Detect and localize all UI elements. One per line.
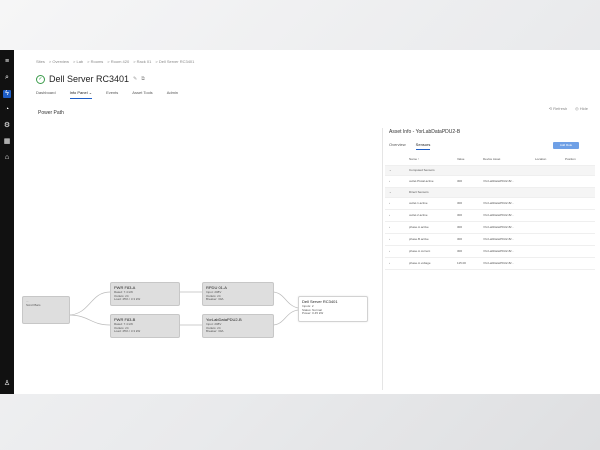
breadcrumb-item: Dell Server RC3401 bbox=[158, 59, 195, 64]
table-row[interactable]: › outlet.Ptotal.active 300 /YorLabDataPD… bbox=[385, 176, 595, 188]
hide-button[interactable]: ◎ Hide bbox=[575, 106, 588, 111]
expand-icon[interactable]: › bbox=[389, 179, 390, 183]
grid-icon[interactable]: ▦ bbox=[3, 138, 11, 146]
tab-dashboard[interactable]: Dashboard bbox=[36, 90, 56, 99]
breadcrumb: Sites > Overview > Lab > Rooms > Room 420 > R… bbox=[36, 59, 195, 64]
breadcrumb-item[interactable]: Lab bbox=[76, 59, 83, 64]
breadcrumb-item[interactable]: Sites bbox=[36, 59, 45, 64]
expand-icon[interactable]: › bbox=[389, 249, 390, 253]
menu-icon[interactable]: ≡ bbox=[3, 58, 11, 66]
user-icon[interactable]: ♙ bbox=[3, 380, 11, 388]
server-node[interactable]: Dell Server RC3401 Inputs: 2 Status: Nor… bbox=[298, 296, 368, 322]
col-value[interactable]: Value bbox=[457, 157, 464, 161]
add-rule-button[interactable]: Add Rule bbox=[553, 142, 579, 149]
collapse-icon[interactable]: ⌄ bbox=[389, 168, 392, 172]
table-row[interactable]: › phase.A.current 300 /YorLabDataPDU2-B/… bbox=[385, 246, 595, 258]
table-row[interactable]: › outlet.1.active 300 /YorLabDataPDU2-B/… bbox=[385, 198, 595, 210]
pwr-a-node[interactable]: PWR F83-A Rated: 7.4 kW Outlets: 24 Load… bbox=[110, 282, 180, 306]
table-row[interactable]: › outlet.2.active 300 /YorLabDataPDU2-B/… bbox=[385, 210, 595, 222]
tab-events[interactable]: Events bbox=[106, 90, 118, 99]
expand-icon[interactable]: › bbox=[389, 261, 390, 265]
breadcrumb-item[interactable]: Room 420 bbox=[111, 59, 129, 64]
link-lines bbox=[67, 291, 299, 326]
app-window: ≡ ⌕ ϟ ◔ ⚙ ▦ ⌂ ♙ Sites > Overview > Lab > Ro… bbox=[0, 50, 600, 394]
status-ok-icon: ✓ bbox=[36, 74, 45, 84]
breadcrumb-item[interactable]: Rooms bbox=[91, 59, 104, 64]
copy-icon[interactable]: ⧉ bbox=[141, 76, 145, 82]
col-location[interactable]: Location bbox=[535, 157, 546, 161]
table-header: Name ↑ Value Device Asset Location Posit… bbox=[385, 154, 595, 166]
pwr-b-node[interactable]: PWR F83-B Rated: 7.4 kW Outlets: 24 Load… bbox=[110, 314, 180, 338]
page-title: Dell Server RC3401 bbox=[49, 74, 130, 84]
upstream-node[interactable]: ... Scroll Bars bbox=[22, 296, 70, 324]
expand-icon[interactable]: › bbox=[389, 237, 390, 241]
table-group-row[interactable]: ⌄ Direct Sensors bbox=[385, 188, 595, 198]
expand-icon[interactable]: › bbox=[389, 201, 390, 205]
breadcrumb-item[interactable]: Rack 01 bbox=[137, 59, 152, 64]
sensor-table: Name ↑ Value Device Asset Location Posit… bbox=[385, 154, 595, 270]
asset-info-panel: Asset Info - YorLabDataPDU2-B Overview S… bbox=[382, 128, 600, 390]
search-icon[interactable]: ⌕ bbox=[3, 74, 11, 82]
col-name[interactable]: Name ↑ bbox=[409, 157, 419, 161]
tab-asset-tools[interactable]: Asset Tools bbox=[132, 90, 152, 99]
table-row[interactable]: › phase.A.voltage 115.00 /YorLabDataPDU2… bbox=[385, 258, 595, 270]
tab-sensors[interactable]: Sensors bbox=[415, 142, 431, 150]
alert-icon[interactable]: ◔ bbox=[3, 106, 11, 114]
power-icon[interactable]: ϟ bbox=[3, 90, 11, 98]
rpdu-b-node[interactable]: YorLabDataPDU2-B Input: 208V Outlets: 24… bbox=[202, 314, 274, 338]
tab-info-panel[interactable]: Info Panel ⌄ bbox=[69, 90, 93, 99]
table-group-row[interactable]: ⌄ Computed Sensors bbox=[385, 166, 595, 176]
page-header: ✓ Dell Server RC3401 ✎ ⧉ bbox=[36, 74, 145, 84]
rpdu-a-node[interactable]: RPDU 01-A Input: 208V Outlets: 24 Breake… bbox=[202, 282, 274, 306]
main-area: Sites > Overview > Lab > Rooms > Room 420 > R… bbox=[22, 50, 600, 394]
tab-bar: Dashboard Info Panel ⌄ Events Asset Tool… bbox=[36, 90, 192, 99]
canvas-actions: ⟲ Refresh ◎ Hide bbox=[541, 106, 588, 111]
expand-icon[interactable]: › bbox=[389, 213, 390, 217]
edit-icon[interactable]: ✎ bbox=[133, 76, 137, 82]
table-row[interactable]: › phase.A.active 300 /YorLabDataPDU2-B/.… bbox=[385, 222, 595, 234]
section-title: Power Path bbox=[38, 110, 64, 116]
panel-title: Asset Info - YorLabDataPDU2-B bbox=[389, 129, 461, 135]
collapse-icon[interactable]: ⌄ bbox=[389, 190, 392, 194]
breadcrumb-item[interactable]: Overview bbox=[52, 59, 69, 64]
left-rail: ≡ ⌕ ϟ ◔ ⚙ ▦ ⌂ ♙ bbox=[0, 50, 14, 394]
col-device-asset[interactable]: Device Asset bbox=[483, 157, 500, 161]
table-row[interactable]: › phase.B.active 300 /YorLabDataPDU2-B/.… bbox=[385, 234, 595, 246]
tab-admin[interactable]: Admin bbox=[167, 90, 178, 99]
tab-overview[interactable]: Overview bbox=[389, 142, 406, 150]
refresh-button[interactable]: ⟲ Refresh bbox=[549, 106, 567, 111]
expand-icon[interactable]: › bbox=[389, 225, 390, 229]
panel-tabs: Overview Sensors bbox=[389, 142, 440, 150]
col-position[interactable]: Position bbox=[565, 157, 576, 161]
gear-icon[interactable]: ⚙ bbox=[3, 122, 11, 130]
monitor-icon[interactable]: ⌂ bbox=[3, 154, 11, 162]
power-path-canvas: ... Scroll Bars PWR F83-A Rated: 7.4 kW … bbox=[22, 120, 380, 390]
